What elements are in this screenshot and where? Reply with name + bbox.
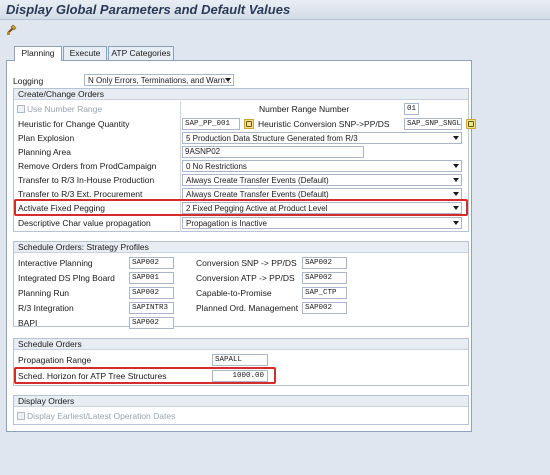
strategy-label-conv-snp: Conversion SNP -> PP/DS [196, 258, 297, 268]
strategy-field-planned-ord[interactable]: SAP002 [302, 302, 347, 314]
remove-orders-value: 0 No Restrictions [186, 162, 247, 171]
tab-content-panel: Logging N Only Errors, Terminations, and… [6, 60, 476, 432]
desc-char-label: Descriptive Char value propagation [18, 218, 151, 228]
propagation-range-label: Propagation Range [18, 355, 92, 365]
logging-value: N Only Errors, Terminations, and Warn... [88, 76, 232, 85]
strategy-field-planning-run[interactable]: SAP002 [129, 287, 174, 299]
number-range-number-field[interactable]: 01 [404, 103, 419, 115]
strategy-label-ds-board: Integrated DS Plng Board [18, 273, 115, 283]
number-range-number-label: Number Range Number [259, 104, 350, 114]
title-bar: Display Global Parameters and Default Va… [0, 0, 550, 20]
tab-planning[interactable]: Planning [14, 46, 62, 61]
group-header-display: Display Orders [14, 396, 468, 407]
chevron-down-icon [451, 190, 460, 198]
group-display-orders: Display Orders Display Earliest/Latest O… [13, 395, 469, 425]
chevron-down-icon [451, 162, 460, 170]
strategy-field-r3-integration[interactable]: SAPINTR3 [129, 302, 174, 314]
group-header-schedule: Schedule Orders [14, 339, 468, 350]
toolbar [0, 20, 550, 38]
strategy-field-bapi[interactable]: SAP002 [129, 317, 174, 329]
remove-orders-label: Remove Orders from ProdCampaign [18, 161, 157, 171]
tab-atp-categories[interactable]: ATP Categories [108, 46, 174, 60]
planning-area-field[interactable]: 9ASNP02 [182, 146, 364, 158]
display-earliest-latest-checkbox[interactable] [17, 412, 25, 420]
strategy-field-interactive-planning[interactable]: SAP002 [129, 257, 174, 269]
desc-char-dropdown[interactable]: Propagation is Inactive [182, 217, 462, 229]
group-create-change-orders: Create/Change Orders Use Number Range Nu… [13, 88, 476, 232]
plan-explosion-dropdown[interactable]: 5 Production Data Structure Generated fr… [182, 132, 462, 144]
desc-char-value: Propagation is Inactive [186, 219, 267, 228]
planning-area-label: Planning Area [18, 147, 71, 157]
plan-explosion-label: Plan Explosion [18, 133, 75, 143]
chevron-down-icon [451, 219, 460, 227]
strategy-label-conv-atp: Conversion ATP -> PP/DS [196, 273, 295, 283]
remove-orders-dropdown[interactable]: 0 No Restrictions [182, 160, 462, 172]
strategy-field-ds-board[interactable]: SAP001 [129, 272, 174, 284]
group-header-create-change: Create/Change Orders [14, 89, 468, 100]
group-header-strategy: Schedule Orders: Strategy Profiles [14, 242, 468, 253]
use-number-range-label: Use Number Range [27, 104, 103, 114]
heuristic-change-qty-field[interactable]: SAP_PP_001 [182, 118, 240, 130]
window-title: Display Global Parameters and Default Va… [6, 2, 291, 17]
strategy-field-ctp[interactable]: SAP_CTP [302, 287, 347, 299]
use-number-range-checkbox[interactable] [17, 105, 25, 113]
transfer-inhouse-dropdown[interactable]: Always Create Transfer Events (Default) [182, 174, 462, 186]
chevron-down-icon [451, 134, 460, 142]
heuristic-change-qty-label: Heuristic for Change Quantity [18, 119, 130, 129]
propagation-range-field[interactable]: SAPALL [212, 354, 268, 366]
heuristic-conversion-label: Heuristic Conversion SNP->PP/DS [258, 119, 390, 129]
strategy-label-interactive-planning: Interactive Planning [18, 258, 93, 268]
transfer-ext-label: Transfer to R/3 Ext. Procurement [18, 189, 143, 199]
tool-wrench-icon[interactable] [5, 22, 19, 36]
display-earliest-latest-label: Display Earliest/Latest Operation Dates [27, 411, 176, 421]
highlight-fixed-pegging [14, 199, 468, 216]
strategy-label-planning-run: Planning Run [18, 288, 70, 298]
strategy-field-conv-snp[interactable]: SAP002 [302, 257, 347, 269]
strategy-field-conv-atp[interactable]: SAP002 [302, 272, 347, 284]
tab-execute[interactable]: Execute [63, 46, 107, 60]
strategy-label-ctp: Capable-to-Promise [196, 288, 272, 298]
strategy-label-bapi: BAPI [18, 318, 38, 328]
group-schedule-orders: Schedule Orders Propagation Range SAPALL… [13, 338, 469, 386]
logging-label: Logging [13, 76, 44, 86]
group-strategy-profiles: Schedule Orders: Strategy Profiles Inter… [13, 241, 469, 329]
value-help-icon[interactable] [466, 119, 476, 129]
chevron-down-icon [223, 76, 232, 84]
chevron-down-icon [451, 176, 460, 184]
logging-dropdown[interactable]: N Only Errors, Terminations, and Warn... [84, 74, 234, 86]
plan-explosion-value: 5 Production Data Structure Generated fr… [186, 134, 358, 143]
transfer-inhouse-value: Always Create Transfer Events (Default) [186, 176, 329, 185]
highlight-sched-horizon [14, 367, 276, 384]
strategy-label-planned-ord: Planned Ord. Management [196, 303, 299, 313]
transfer-inhouse-label: Transfer to R/3 In-House Production [18, 175, 155, 185]
value-help-icon[interactable] [244, 119, 254, 129]
strategy-label-r3-integration: R/3 Integration [18, 303, 74, 313]
heuristic-conversion-field[interactable]: SAP_SNP_SNGL [404, 118, 462, 130]
